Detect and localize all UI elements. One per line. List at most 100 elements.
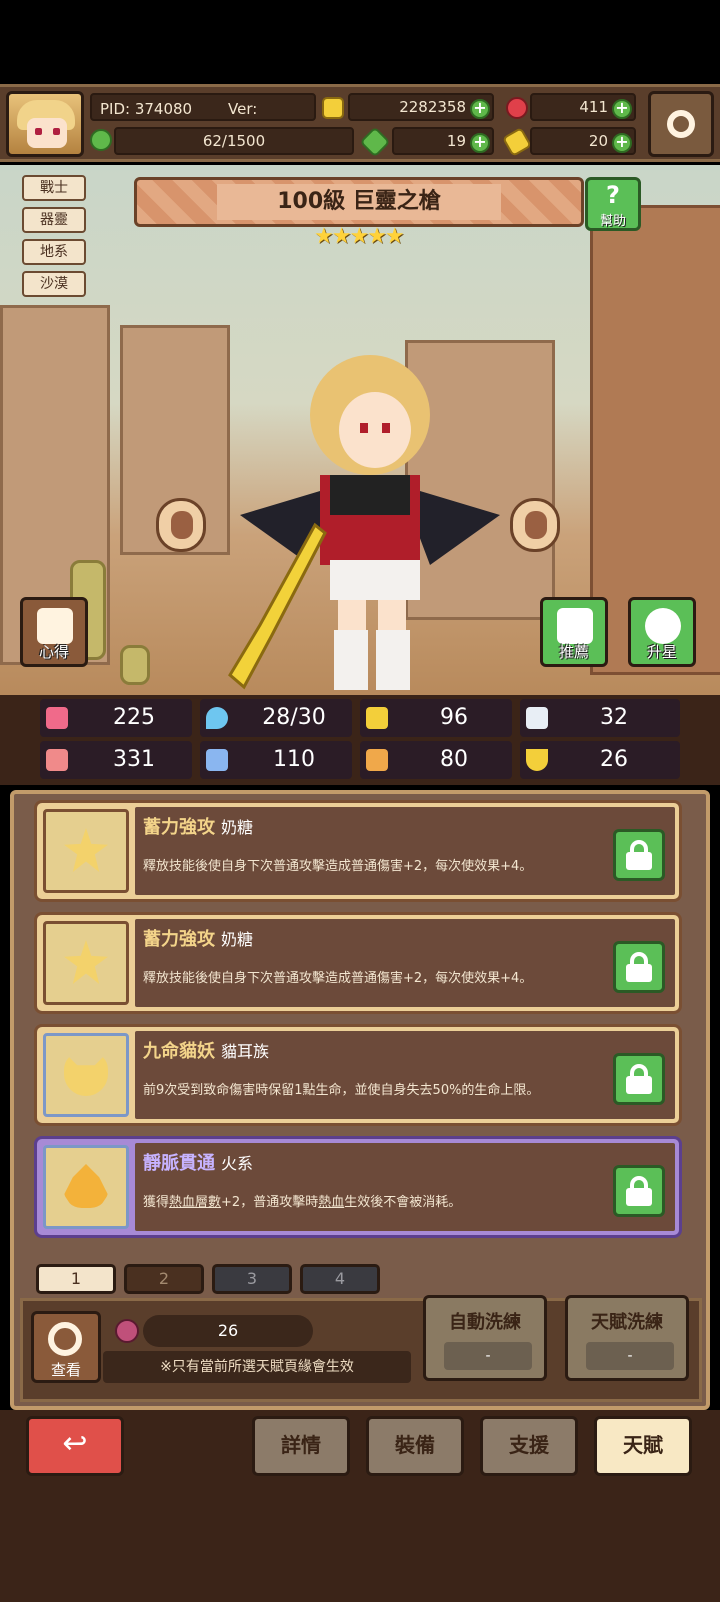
lock-button[interactable] xyxy=(613,829,665,881)
talent-body: 靜脈貫通 火系 獲得熱血層數+2，普通攻擊時熱血生效後不會被消耗。 xyxy=(135,1143,675,1231)
talent-name: 蓄力強攻 奶糖 xyxy=(143,813,253,839)
potion-icon xyxy=(115,1319,139,1343)
hero-character xyxy=(228,355,500,690)
page-tab-3[interactable]: 3 xyxy=(212,1264,292,1294)
stat-speed: 32 xyxy=(520,699,680,737)
add-gold-button[interactable]: + xyxy=(470,99,490,119)
wing-icon xyxy=(526,707,548,729)
add-gem-button[interactable]: + xyxy=(612,99,632,119)
lock-button[interactable] xyxy=(613,1053,665,1105)
stat-hp: 225 xyxy=(40,699,192,737)
gold-coin-icon xyxy=(322,97,344,119)
recommend-button[interactable]: 推薦 xyxy=(540,597,608,667)
settings-button[interactable] xyxy=(648,91,714,157)
gem-amount: 411 xyxy=(579,98,608,116)
key-amount: 20 xyxy=(588,132,608,150)
talent-body: 九命貓妖 貓耳族 前9次受到致命傷害時保留1點生命，並使自身失去50%的生命上限。 xyxy=(135,1031,675,1119)
horseshoe-icon xyxy=(526,749,548,771)
talent-reroll-label: 天賦洗練 xyxy=(591,1312,663,1333)
tag-element: 地系 xyxy=(22,239,86,265)
add-clover-button[interactable]: + xyxy=(470,133,490,153)
stat-mana: 28/30 xyxy=(200,699,352,737)
book-icon xyxy=(206,749,228,771)
energy-bar: 62/1500 xyxy=(114,127,354,155)
notes-icon xyxy=(37,608,73,644)
stat-value: 96 xyxy=(440,705,468,730)
gear-icon xyxy=(667,110,695,138)
thumbs-up-icon xyxy=(557,608,593,644)
prev-hero-button[interactable] xyxy=(156,498,206,552)
talent-reroll-button[interactable]: 天賦洗練 - xyxy=(565,1295,689,1381)
talent-source: 貓耳族 xyxy=(221,1042,270,1061)
hero-title-banner: 100級 巨靈之槍 xyxy=(134,177,584,227)
desc-text: 生效後不會被消耗。 xyxy=(344,1195,462,1210)
hero-scene: 戰士 器靈 地系 沙漠 100級 巨靈之槍 ★★★★★ ? 幫助 心得 推薦 升… xyxy=(0,165,720,695)
cat-emblem-icon xyxy=(64,1052,108,1096)
magnifier-icon xyxy=(48,1322,82,1356)
lock-body xyxy=(626,1188,652,1206)
talent-name: 九命貓妖 貓耳族 xyxy=(143,1037,269,1063)
talent-card[interactable]: 靜脈貫通 火系 獲得熱血層數+2，普通攻擊時熱血生效後不會被消耗。 xyxy=(34,1136,682,1238)
page-tab-4[interactable]: 4 xyxy=(300,1264,380,1294)
talent-description: 前9次受到致命傷害時保留1點生命，並使自身失去50%的生命上限。 xyxy=(143,1083,540,1098)
talent-card[interactable]: 蓄力強攻 奶糖 釋放技能後使自身下次普通攻擊造成普通傷害+2，每次使效果+4。 xyxy=(34,912,682,1014)
shield-icon xyxy=(366,707,388,729)
stat-value: 80 xyxy=(440,747,468,772)
tab-details[interactable]: 詳情 xyxy=(252,1416,350,1476)
keyword-link[interactable]: 熱血 xyxy=(318,1195,344,1210)
add-key-button[interactable]: + xyxy=(612,133,632,153)
top-bar: PID: 374080 Ver: 1.0.1.0 2282358 + 411 +… xyxy=(0,84,720,162)
stat-value: 28/30 xyxy=(262,705,326,730)
talent-card[interactable]: 蓄力強攻 奶糖 釋放技能後使自身下次普通攻擊造成普通傷害+2，每次使效果+4。 xyxy=(34,800,682,902)
talent-body: 蓄力強攻 奶糖 釋放技能後使自身下次普通攻擊造成普通傷害+2，每次使效果+4。 xyxy=(135,919,675,1007)
avatar-eye xyxy=(35,128,42,135)
back-button[interactable]: ↩ xyxy=(26,1416,124,1476)
arrow-left-icon xyxy=(171,511,193,539)
energy-amount: 62/1500 xyxy=(202,132,266,150)
star-up-button[interactable]: 升星 xyxy=(628,597,696,667)
talent-source: 奶糖 xyxy=(221,930,254,949)
player-avatar[interactable] xyxy=(6,91,84,157)
potion-count: 26 xyxy=(143,1315,313,1347)
tab-talent[interactable]: 天賦 xyxy=(594,1416,692,1476)
stat-armor: 80 xyxy=(360,741,512,779)
stat-value: 225 xyxy=(113,705,155,730)
talent-source: 奶糖 xyxy=(221,818,254,837)
tab-equipment[interactable]: 裝備 xyxy=(366,1416,464,1476)
talent-body: 蓄力強攻 奶糖 釋放技能後使自身下次普通攻擊造成普通傷害+2，每次使效果+4。 xyxy=(135,807,675,895)
view-button[interactable]: 查看 xyxy=(31,1311,101,1383)
lock-button[interactable] xyxy=(613,941,665,993)
tag-type: 器靈 xyxy=(22,207,86,233)
keyword-link[interactable]: 熱血層數 xyxy=(169,1195,221,1210)
talent-card[interactable]: 九命貓妖 貓耳族 前9次受到致命傷害時保留1點生命，並使自身失去50%的生命上限。 xyxy=(34,1024,682,1126)
tab-support[interactable]: 支援 xyxy=(480,1416,578,1476)
talent-name: 蓄力強攻 奶糖 xyxy=(143,925,253,951)
talent-title: 蓄力強攻 xyxy=(143,929,215,950)
clover-icon xyxy=(359,126,391,158)
page-tab-1[interactable]: 1 xyxy=(36,1264,116,1294)
page-tab-2[interactable]: 2 xyxy=(124,1264,204,1294)
id-bar: PID: 374080 Ver: 1.0.1.0 xyxy=(90,93,316,142)
hero-title: 100級 巨靈之槍 xyxy=(217,184,501,220)
stat-value: 331 xyxy=(113,747,155,772)
talent-title: 九命貓妖 xyxy=(143,1041,215,1062)
stat-magic: 110 xyxy=(200,741,352,779)
auto-reroll-button[interactable]: 自動洗練 - xyxy=(423,1295,547,1381)
notes-button[interactable]: 心得 xyxy=(20,597,88,667)
question-icon: ? xyxy=(606,181,620,209)
desc-text: +2，普通攻擊時 xyxy=(221,1195,319,1210)
bottom-nav: ↩ 詳情 裝備 支援 天賦 xyxy=(0,1410,720,1602)
help-button[interactable]: ? 幫助 xyxy=(585,177,641,231)
auto-reroll-label: 自動洗練 xyxy=(449,1312,521,1333)
tag-class: 戰士 xyxy=(22,175,86,201)
star-rating: ★★★★★ xyxy=(314,224,405,249)
avatar-eye xyxy=(53,128,60,135)
page-note: ※只有當前所選天賦頁緣會生效 xyxy=(103,1351,411,1383)
talent-name: 靜脈貫通 火系 xyxy=(143,1149,253,1175)
view-label: 查看 xyxy=(50,1361,81,1379)
lock-button[interactable] xyxy=(613,1165,665,1217)
stat-value: 32 xyxy=(600,705,628,730)
notes-label: 心得 xyxy=(38,643,69,661)
talent-description: 獲得熱血層數+2，普通攻擊時熱血生效後不會被消耗。 xyxy=(143,1191,461,1210)
lock-body xyxy=(626,964,652,982)
